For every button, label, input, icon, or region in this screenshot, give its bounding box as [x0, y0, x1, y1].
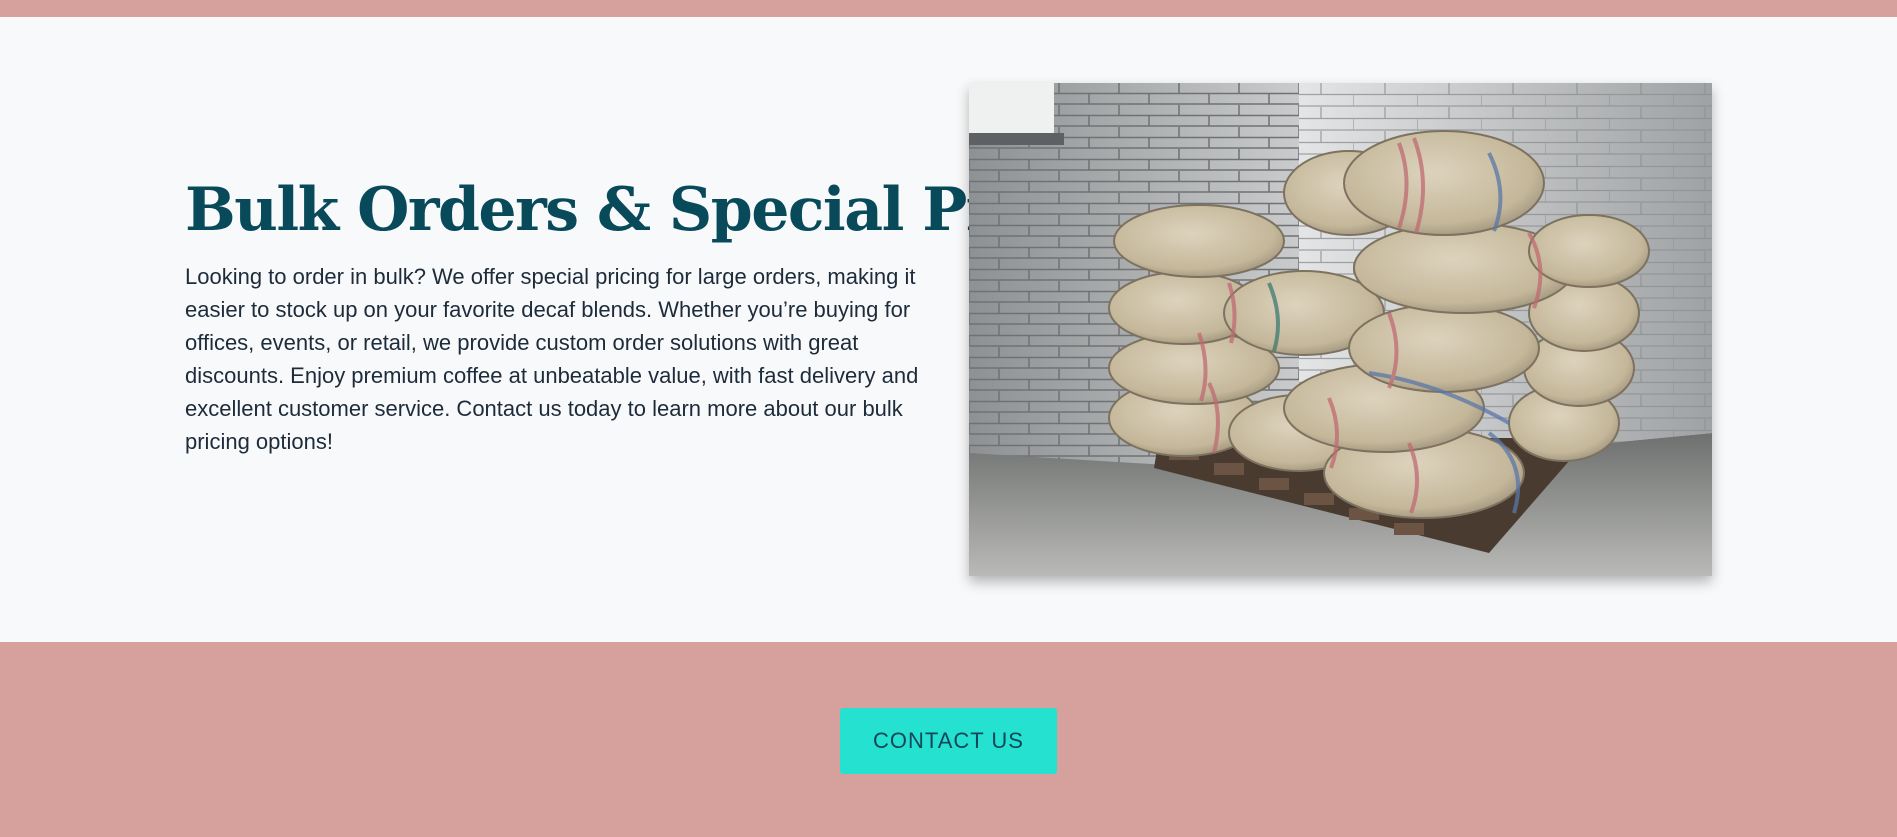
- top-accent-strip: [0, 0, 1897, 17]
- bulk-orders-text: Bulk Orders & Special Pricing Looking to…: [185, 175, 1158, 458]
- section-description: Looking to order in bulk? We offer speci…: [185, 264, 919, 454]
- contact-us-button[interactable]: CONTACT US: [840, 708, 1057, 774]
- coffee-sacks-image: [969, 83, 1712, 576]
- section-heading: Bulk Orders & Special Pricing: [185, 175, 1158, 245]
- contact-cta-band: CONTACT US: [0, 642, 1897, 837]
- bulk-orders-section: Bulk Orders & Special Pricing Looking to…: [0, 17, 1897, 642]
